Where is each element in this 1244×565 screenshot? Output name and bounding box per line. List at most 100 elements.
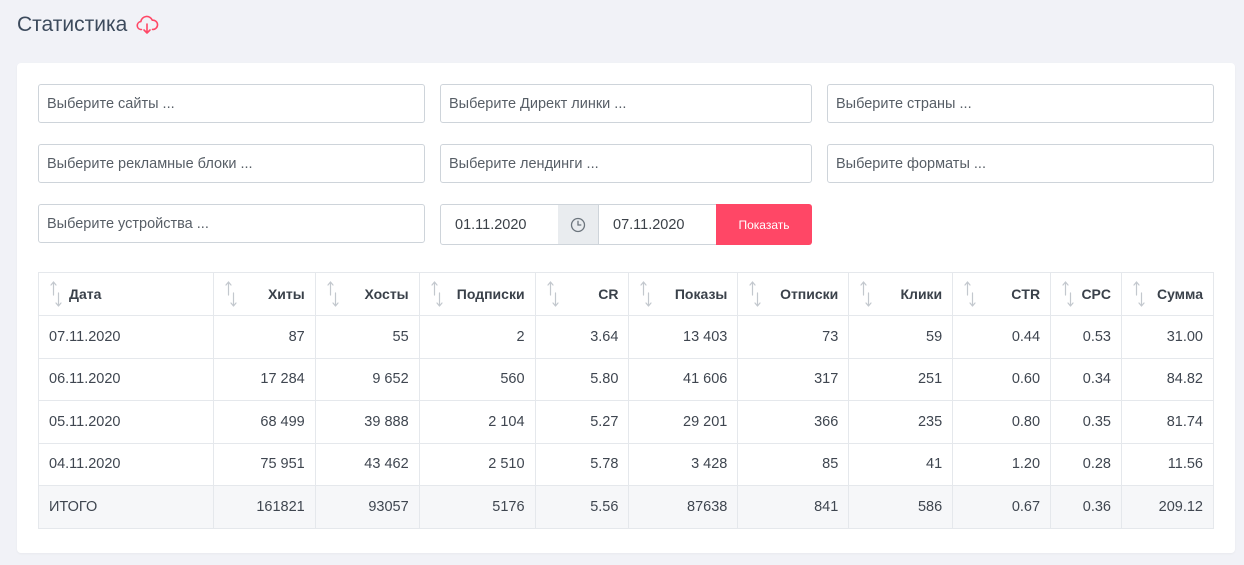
table-cell: 68 499 [212, 400, 316, 444]
column-header-label: CR [598, 286, 619, 302]
table-cell: 81.74 [1121, 400, 1214, 444]
table-cell: 05.11.2020 [38, 400, 214, 444]
table-cell: 0.44 [952, 315, 1052, 359]
table-cell: 2 104 [418, 400, 536, 444]
sort-arrows-icon[interactable] [749, 280, 761, 308]
column-header[interactable]: Клики [848, 272, 954, 316]
table-cell: 06.11.2020 [38, 357, 214, 401]
sort-arrows-icon[interactable] [1133, 280, 1145, 308]
table-cell: 1.20 [952, 442, 1052, 486]
table-cell: 0.53 [1050, 315, 1122, 359]
date-to-input[interactable]: 07.11.2020 [598, 204, 717, 245]
table-cell: 3.64 [534, 315, 630, 359]
table-cell: 0.67 [952, 485, 1052, 529]
table-cell: 161821 [212, 485, 316, 529]
table-cell: 0.28 [1050, 442, 1122, 486]
column-header-label: Подписки [456, 286, 525, 302]
sort-arrows-icon[interactable] [640, 280, 653, 308]
stats-table: Дата Хиты Хосты Подписки CR Показы Отписки Клик… [38, 272, 1214, 529]
sort-arrows-icon[interactable] [546, 280, 559, 308]
column-header[interactable]: Сумма [1121, 272, 1214, 316]
column-header-label: Клики [900, 286, 943, 302]
page-header: Статистика [17, 13, 159, 37]
column-header-label: Сумма [1156, 286, 1203, 302]
column-header[interactable]: Показы [628, 272, 739, 316]
column-header[interactable]: Подписки [418, 272, 536, 316]
table-cell: 317 [737, 357, 850, 401]
column-header[interactable]: Хосты [314, 272, 420, 316]
table-cell: ИТОГО [38, 485, 214, 529]
table-cell: 87 [212, 315, 316, 359]
table-cell: 3 428 [628, 442, 739, 486]
column-header[interactable]: Дата [38, 272, 214, 316]
sort-arrows-icon[interactable] [50, 280, 62, 308]
table-header-row: Дата Хиты Хосты Подписки CR Показы Отписки Клик… [38, 272, 1214, 316]
table-cell: 04.11.2020 [38, 442, 214, 486]
sort-arrows-icon[interactable] [431, 280, 443, 308]
ad-blocks-select[interactable]: Выберите рекламные блоки ... [38, 144, 425, 183]
table-cell: 11.56 [1121, 442, 1214, 486]
sort-arrows-icon[interactable] [327, 280, 339, 308]
table-cell: 41 606 [628, 357, 739, 401]
table-row: 06.11.2020 17 284 9 652 560 5.80 41 606 317 251… [38, 357, 1214, 401]
table-cell: 560 [418, 357, 536, 401]
column-header-label: CPC [1081, 286, 1111, 302]
devices-select[interactable]: Выберите устройства ... [38, 204, 425, 243]
table-cell: 0.60 [952, 357, 1052, 401]
table-row: 05.11.2020 68 499 39 888 2 104 5.27 29 201 366… [38, 400, 1214, 444]
table-cell: 5.27 [534, 400, 630, 444]
column-header[interactable]: CTR [952, 272, 1052, 316]
date-from-input[interactable]: 01.11.2020 [440, 204, 559, 245]
table-cell: 0.36 [1050, 485, 1122, 529]
sort-arrows-icon[interactable] [225, 280, 237, 308]
table-cell: 85 [737, 442, 850, 486]
column-header-label: Показы [674, 286, 728, 302]
cloud-download-icon[interactable] [135, 14, 159, 36]
table-cell: 251 [848, 357, 954, 401]
table-cell: 55 [314, 315, 420, 359]
sort-arrows-icon[interactable] [1062, 280, 1074, 308]
table-cell: 84.82 [1121, 357, 1214, 401]
column-header[interactable]: CR [534, 272, 630, 316]
table-cell: 0.34 [1050, 357, 1122, 401]
sort-arrows-icon[interactable] [964, 280, 976, 308]
table-cell: 841 [737, 485, 850, 529]
column-header-label: Отписки [780, 286, 839, 302]
sort-arrows-icon[interactable] [860, 280, 872, 308]
table-cell: 41 [848, 442, 954, 486]
direct-links-select[interactable]: Выберите Директ линки ... [440, 84, 812, 123]
table-cell: 31.00 [1121, 315, 1214, 359]
table-cell: 75 951 [212, 442, 316, 486]
table-cell: 2 510 [418, 442, 536, 486]
table-cell: 59 [848, 315, 954, 359]
table-cell: 0.80 [952, 400, 1052, 444]
table-cell: 73 [737, 315, 850, 359]
column-header-label: CTR [1011, 286, 1041, 302]
table-cell: 2 [418, 315, 536, 359]
column-header[interactable]: Отписки [737, 272, 850, 316]
show-button[interactable]: Показать [716, 204, 812, 245]
table-total-row: ИТОГО 161821 93057 5176 5.56 87638 841 586 0.67 0… [38, 485, 1214, 529]
table-cell: 366 [737, 400, 850, 444]
column-header[interactable]: CPC [1050, 272, 1122, 316]
table-cell: 39 888 [314, 400, 420, 444]
table-cell: 43 462 [314, 442, 420, 486]
column-header-label: Хосты [364, 286, 409, 302]
formats-select[interactable]: Выберите форматы ... [827, 144, 1214, 183]
table-cell: 586 [848, 485, 954, 529]
landings-select[interactable]: Выберите лендинги ... [440, 144, 812, 183]
table-cell: 209.12 [1121, 485, 1214, 529]
column-header[interactable]: Хиты [212, 272, 316, 316]
table-row: 07.11.2020 87 55 2 3.64 13 403 73 59 0.44 0.53 31.… [38, 315, 1214, 359]
table-cell: 0.35 [1050, 400, 1122, 444]
table-cell: 5.56 [534, 485, 630, 529]
table-cell: 5.78 [534, 442, 630, 486]
table-cell: 29 201 [628, 400, 739, 444]
table-cell: 17 284 [212, 357, 316, 401]
table-cell: 9 652 [314, 357, 420, 401]
countries-select[interactable]: Выберите страны ... [827, 84, 1214, 123]
table-cell: 5176 [418, 485, 536, 529]
sites-select[interactable]: Выберите сайты ... [38, 84, 425, 123]
table-row: 04.11.2020 75 951 43 462 2 510 5.78 3 428 85 41… [38, 442, 1214, 486]
table-cell: 93057 [314, 485, 420, 529]
